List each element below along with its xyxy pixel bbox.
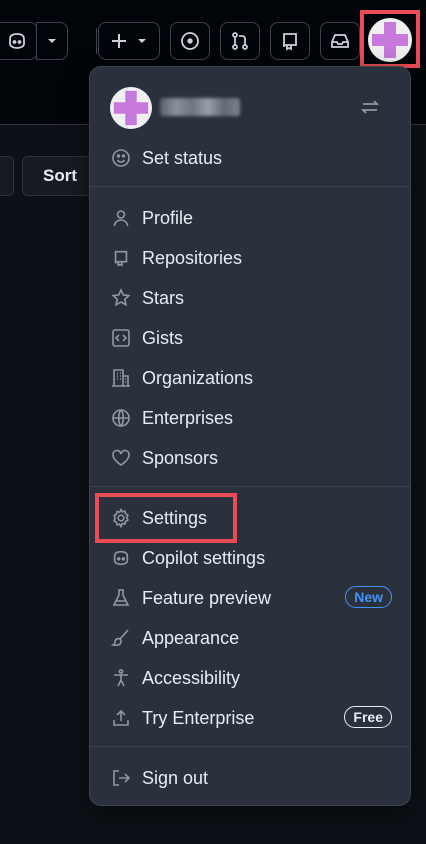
menu-header [90,67,410,133]
menu-item-appearance[interactable]: Appearance [98,618,404,658]
smiley-icon [110,147,132,169]
repo-icon [283,33,297,51]
beaker-icon [110,587,132,609]
menu-divider [90,486,410,487]
inbox-button[interactable] [320,22,360,60]
menu-item-copilot-settings[interactable]: Copilot settings [98,538,404,578]
paintbrush-icon [110,627,132,649]
avatar-highlight [360,10,420,68]
menu-avatar [110,87,152,129]
menu-item-accessibility[interactable]: Accessibility [98,658,404,698]
menu-item-try-enterprise[interactable]: Try Enterprise Free [98,698,404,738]
new-badge: New [345,586,392,608]
switch-account-icon[interactable] [359,96,381,118]
menu-item-profile[interactable]: Profile [98,198,404,238]
menu-item-enterprises[interactable]: Enterprises [98,398,404,438]
chevron-down-icon [138,39,146,43]
organization-icon [110,367,132,389]
globe-icon [110,407,132,429]
plus-icon [112,34,126,48]
avatar [110,87,152,129]
heart-icon [110,447,132,469]
menu-item-repositories[interactable]: Repositories [98,238,404,278]
copilot-icon [110,547,132,569]
create-new-button[interactable] [98,22,160,60]
pull-request-icon [232,32,248,50]
copilot-icon [8,33,25,49]
divider [96,28,97,54]
menu-item-set-status[interactable]: Set status [98,138,404,178]
pull-requests-button[interactable] [220,22,260,60]
menu-item-sign-out[interactable]: Sign out [98,758,404,798]
menu-item-sponsors[interactable]: Sponsors [98,438,404,478]
chevron-down-icon [48,39,56,43]
person-icon [110,207,132,229]
code-square-icon [110,327,132,349]
accessibility-icon [110,667,132,689]
username-redacted [160,98,240,116]
upload-icon [110,707,132,729]
repositories-button[interactable] [270,22,310,60]
copilot-button[interactable] [0,22,38,60]
star-icon [110,287,132,309]
inbox-icon [331,34,349,48]
menu-divider [90,186,410,187]
free-badge: Free [344,706,392,728]
menu-divider [90,746,410,747]
sign-out-icon [110,767,132,789]
issue-icon [181,32,199,50]
filter-button[interactable] [0,156,14,196]
settings-highlight [95,493,237,543]
menu-item-organizations[interactable]: Organizations [98,358,404,398]
menu-item-feature-preview[interactable]: Feature preview New [98,578,404,618]
copilot-menu-button[interactable] [36,22,68,60]
issues-button[interactable] [170,22,210,60]
repo-icon [110,247,132,269]
user-menu: Set status Profile Repositories Stars Gi… [89,66,411,806]
menu-item-stars[interactable]: Stars [98,278,404,318]
menu-item-gists[interactable]: Gists [98,318,404,358]
